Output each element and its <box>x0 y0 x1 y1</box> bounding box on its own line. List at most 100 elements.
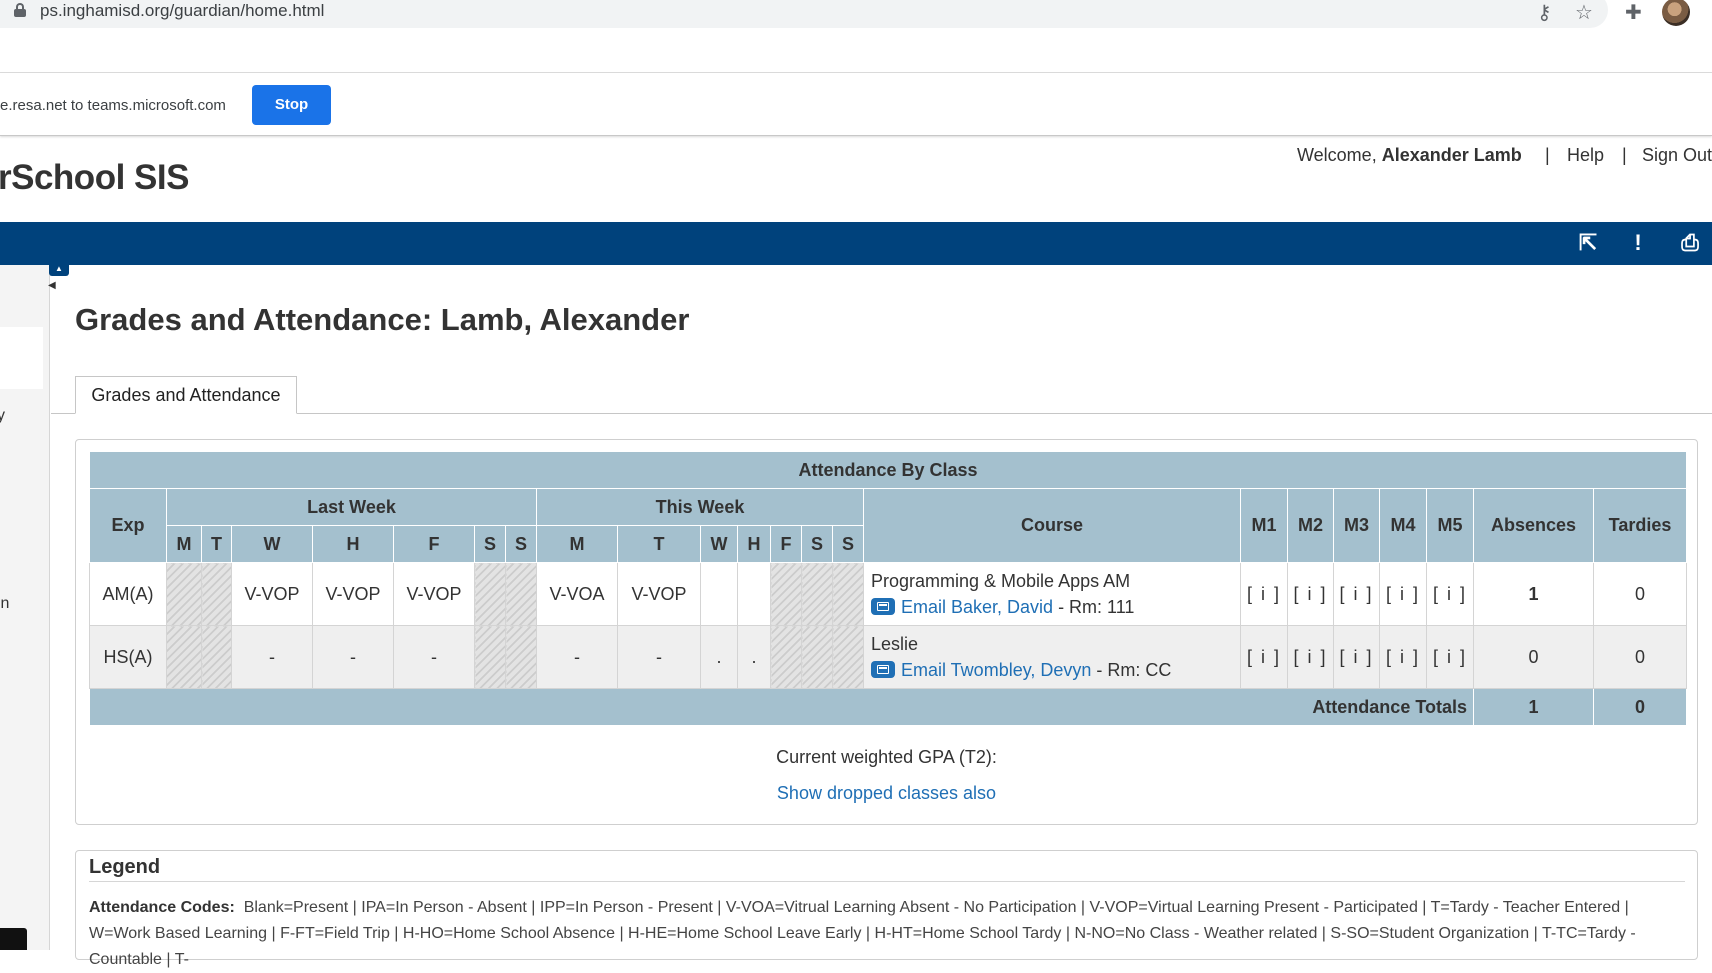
day-cell: - <box>536 625 618 689</box>
grade-info-link[interactable]: [ i ] <box>1426 562 1474 626</box>
legend-codes: Attendance Codes: Blank=Present | IPA=In… <box>89 895 1687 973</box>
day-header: S <box>505 525 537 563</box>
lock-icon[interactable] <box>14 3 26 17</box>
day-cell: V-VOP <box>231 562 313 626</box>
table-caption: Attendance By Class <box>88 451 1688 489</box>
star-icon[interactable]: ☆ <box>1575 0 1593 25</box>
legend-codes-text: Blank=Present | IPA=In Person - Absent |… <box>89 899 1636 968</box>
day-header: T <box>201 525 232 563</box>
col-m3: M3 <box>1333 488 1380 563</box>
grade-info-link[interactable]: [ i ] <box>1333 562 1380 626</box>
day-cell: V-VOP <box>393 562 475 626</box>
col-this-week: This Week <box>536 488 864 526</box>
open-new-window-icon[interactable]: ⇱ <box>1575 230 1601 256</box>
day-header: S <box>474 525 506 563</box>
day-header: W <box>700 525 738 563</box>
col-last-week: Last Week <box>166 488 537 526</box>
email-teacher-link[interactable]: Email Twombley, Devyn <box>901 660 1091 680</box>
extensions-puzzle-icon[interactable]: ✚ <box>1625 0 1642 25</box>
tab-grades-attendance[interactable]: Grades and Attendance <box>75 376 297 414</box>
screen-share-bar: e.resa.net to teams.microsoft.com Stop <box>0 73 1712 136</box>
collapse-up-icon[interactable]: ▲ <box>49 262 69 276</box>
help-link[interactable]: Help <box>1567 145 1604 166</box>
room-text: - Rm: CC <box>1091 660 1172 680</box>
col-absences: Absences <box>1473 488 1594 563</box>
col-exp: Exp <box>89 488 167 563</box>
totals-row: Attendance Totals 1 0 <box>89 688 1688 726</box>
sidebar-card <box>0 327 43 389</box>
email-icon[interactable] <box>871 598 895 615</box>
user-name: Alexander Lamb <box>1381 145 1522 165</box>
grade-info-link[interactable]: [ i ] <box>1240 625 1288 689</box>
col-m1: M1 <box>1240 488 1288 563</box>
day-cell <box>801 562 833 626</box>
day-header: H <box>312 525 394 563</box>
course-cell: Programming & Mobile Apps AM Email Baker… <box>863 562 1241 626</box>
day-cell: V-VOP <box>312 562 394 626</box>
exp-cell: HS(A) <box>89 625 167 689</box>
course-name: Programming & Mobile Apps AM <box>871 571 1131 591</box>
day-cell <box>505 562 537 626</box>
room-text: - Rm: 111 <box>1053 597 1135 617</box>
table-row: HS(A) - - - - - . . Leslie Email Twomble… <box>89 625 1688 689</box>
stop-sharing-button[interactable]: Stop <box>252 85 331 125</box>
sidebar-text-fragment[interactable]: in <box>0 595 9 613</box>
totals-label: Attendance Totals <box>89 688 1474 726</box>
teacher-line: Email Baker, David - Rm: 111 <box>871 594 1240 620</box>
grade-info-link[interactable]: [ i ] <box>1287 625 1334 689</box>
day-cell <box>700 562 738 626</box>
day-cell <box>201 625 232 689</box>
day-cell: - <box>231 625 313 689</box>
day-cell <box>166 562 202 626</box>
day-header: T <box>617 525 701 563</box>
collapse-left-icon[interactable]: ◀ <box>48 280 56 291</box>
grade-info-link[interactable]: [ i ] <box>1240 562 1288 626</box>
key-icon[interactable]: ⚷ <box>1537 0 1552 25</box>
day-header: F <box>770 525 802 563</box>
day-cell <box>832 562 864 626</box>
day-cell: V-VOA <box>536 562 618 626</box>
day-cell <box>770 562 802 626</box>
grade-info-link[interactable]: [ i ] <box>1379 562 1427 626</box>
sign-out-link[interactable]: Sign Out <box>1642 145 1712 166</box>
total-absences-link[interactable]: 1 <box>1473 688 1594 726</box>
absences-link[interactable]: 1 <box>1473 562 1594 626</box>
day-header: F <box>393 525 475 563</box>
grade-info-link[interactable]: [ i ] <box>1333 625 1380 689</box>
course-name: Leslie <box>871 634 919 654</box>
grade-info-link[interactable]: [ i ] <box>1426 625 1474 689</box>
url-text[interactable]: ps.inghamisd.org/guardian/home.html <box>40 1 324 21</box>
tardies-cell: 0 <box>1592 562 1688 626</box>
col-course: Course <box>863 488 1241 563</box>
day-cell <box>770 625 802 689</box>
welcome-prefix: Welcome, <box>1297 145 1382 165</box>
top-navbar: ⇱ ! ⎙ <box>0 222 1712 265</box>
grade-info-link[interactable]: [ i ] <box>1379 625 1427 689</box>
day-cell <box>737 562 771 626</box>
day-cell <box>801 625 833 689</box>
day-cell <box>474 562 506 626</box>
day-header: W <box>231 525 313 563</box>
sidebar-black-tab[interactable] <box>0 928 27 950</box>
grade-info-link[interactable]: [ i ] <box>1287 562 1334 626</box>
legend-panel: Legend Attendance Codes: Blank=Present |… <box>75 850 1698 968</box>
alert-icon[interactable]: ! <box>1625 230 1651 256</box>
day-header: H <box>737 525 771 563</box>
email-icon[interactable] <box>871 661 895 678</box>
left-sidebar: y in <box>0 265 50 950</box>
header-separator: | <box>1622 145 1627 165</box>
sidebar-text-fragment[interactable]: y <box>0 407 5 425</box>
absences-cell: 0 <box>1473 625 1594 689</box>
legend-codes-label: Attendance Codes: <box>89 899 235 916</box>
col-m4: M4 <box>1379 488 1427 563</box>
day-header: S <box>801 525 833 563</box>
day-header: S <box>832 525 864 563</box>
profile-avatar[interactable] <box>1662 0 1690 26</box>
show-dropped-classes-link[interactable]: Show dropped classes also <box>75 783 1698 804</box>
col-m2: M2 <box>1287 488 1334 563</box>
day-cell <box>832 625 864 689</box>
email-teacher-link[interactable]: Email Baker, David <box>901 597 1053 617</box>
printer-icon[interactable]: ⎙ <box>1677 230 1703 256</box>
app-brand: rSchool SIS <box>0 158 189 197</box>
col-tardies: Tardies <box>1592 488 1688 563</box>
